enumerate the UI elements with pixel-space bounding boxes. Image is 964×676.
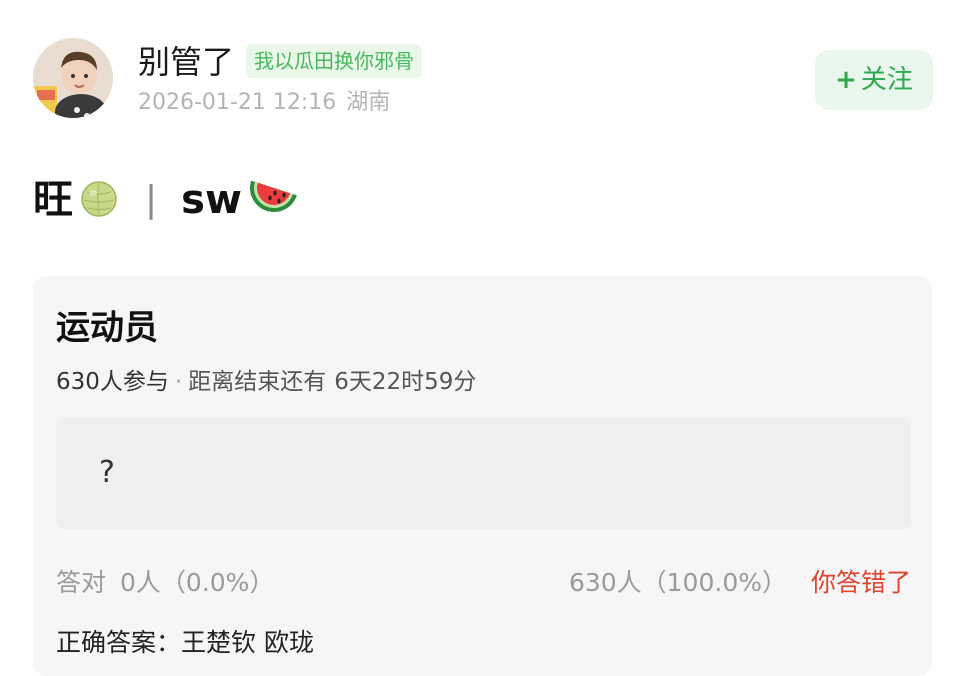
user-tag-badge: 我以瓜田换你邪骨 [246,44,422,78]
wrong-result: 630人（100.0%） 你答错了 [569,566,911,600]
participant-count: 630人参与 [56,369,169,395]
follow-label: 关注 [860,65,913,95]
correct-result: 答对 0人（0.0%） [56,566,274,600]
quiz-option-text: ? [99,455,115,490]
avatar[interactable] [33,38,113,118]
remaining-time: 6天22时59分 [334,369,477,395]
quiz-card: 运动员 630人参与 · 距离结束还有 6天22时59分 ? 答对 0人（0.0%） 6… [33,276,932,676]
post-text-part-2: sw [181,177,242,223]
quiz-option[interactable]: ? [56,417,911,529]
wrong-label: 你答错了 [810,568,911,597]
post-meta: 2026-01-21 12:16 湖南 [138,88,390,118]
separator: | [145,179,158,220]
post-location: 湖南 [346,90,391,115]
correct-label: 答对 [56,568,107,597]
plus-icon: + [835,65,857,95]
follow-button[interactable]: + 关注 [815,50,933,110]
watermelon-icon [248,178,300,222]
post-date: 2026-01-21 12:16 [138,90,337,115]
post-text-part-1: 旺 [33,177,73,223]
avatar-image [33,38,113,118]
wrong-count: 630人（100.0%） [568,568,787,597]
quiz-title: 运动员 [56,308,158,348]
melon-icon [79,178,119,222]
quiz-stats: 630人参与 · 距离结束还有 6天22时59分 [56,366,476,398]
correct-answer: 正确答案：王楚钦 欧珑 [56,628,314,657]
stats-dot: · [174,369,183,395]
post-text: 旺 | sw [33,172,300,228]
remaining-label: 距离结束还有 [188,369,327,395]
username[interactable]: 别管了 [138,40,234,84]
correct-count: 0人（0.0%） [120,568,275,597]
